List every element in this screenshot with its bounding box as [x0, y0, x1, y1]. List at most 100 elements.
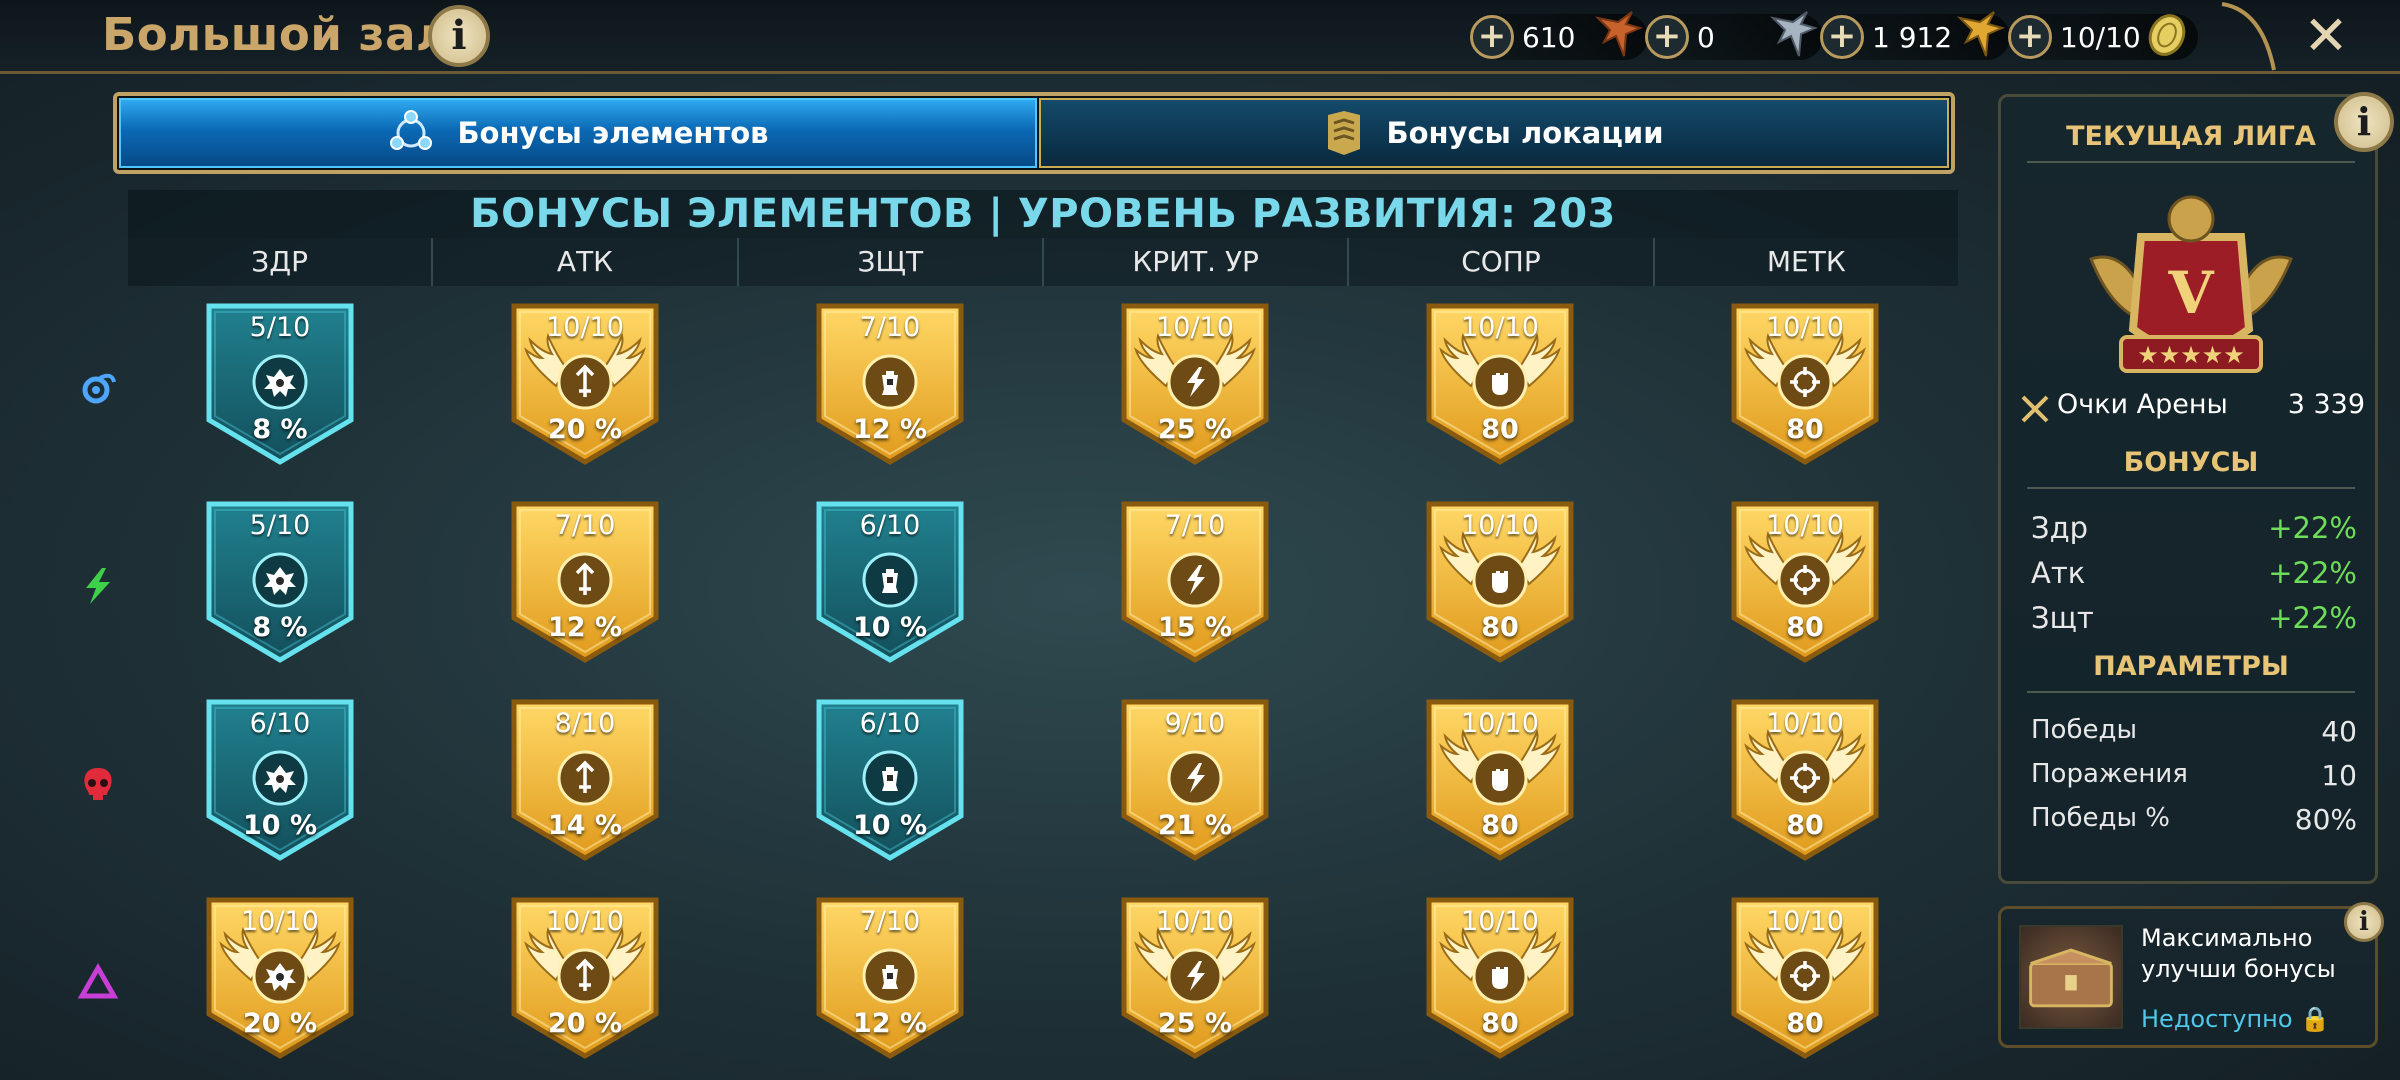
- badge-value: 21 %: [1157, 810, 1233, 841]
- badge-level: 6/10: [249, 708, 311, 739]
- bonus-badge[interactable]: 7/10 12 %: [815, 896, 965, 1060]
- crossed-swords-icon: [2021, 395, 2049, 423]
- bonus-badge[interactable]: 9/10 21 %: [1120, 698, 1270, 862]
- league-info-icon[interactable]: i: [2334, 92, 2394, 152]
- badge-level: 10/10: [1461, 312, 1539, 343]
- badge-level: 5/10: [249, 510, 311, 541]
- tab-bar: Бонусы элементов Бонусы локации: [113, 92, 1955, 174]
- league-title: ТЕКУЩАЯ ЛИГА: [2066, 121, 2316, 152]
- badge-level: 10/10: [1766, 708, 1844, 739]
- bonus-badge[interactable]: 10/10 80: [1425, 302, 1575, 466]
- bonus-badge[interactable]: 8/10 14 %: [510, 698, 660, 862]
- column-header: КРИТ. УР: [1044, 238, 1350, 286]
- resistance-icon: [1492, 769, 1508, 791]
- league-bonus-row: Зщт +22%: [2031, 601, 2357, 635]
- close-button[interactable]: ✕: [2296, 8, 2356, 64]
- arena-points-value: 3 339: [2287, 389, 2365, 420]
- add-silver-button[interactable]: +: [1645, 15, 1689, 59]
- badge-level: 6/10: [859, 510, 921, 541]
- bonus-badge[interactable]: 10/10 25 %: [1120, 302, 1270, 466]
- spirit-affinity-icon: [84, 768, 112, 800]
- treasure-book-icon: [2019, 925, 2123, 1029]
- force-affinity-icon: [86, 568, 110, 604]
- badge-level: 10/10: [1766, 312, 1844, 343]
- arena-points-row: Очки Арены 3 339: [2019, 389, 2365, 429]
- column-headers: ЗДР АТК ЗЩТ КРИТ. УР СОПР МЕТК: [128, 238, 1958, 286]
- bonus-badge[interactable]: 10/10 80: [1425, 896, 1575, 1060]
- params-title: ПАРАМЕТРЫ: [2093, 651, 2289, 682]
- bonus-badge[interactable]: 10/10 20 %: [510, 302, 660, 466]
- resource-value: 0: [1697, 21, 1715, 54]
- badge-value: 10 %: [242, 810, 318, 841]
- badge-level: 5/10: [249, 312, 311, 343]
- arena-points-label: Очки Арены: [2057, 389, 2228, 420]
- resource-silver-medals: + 0: [1645, 11, 1823, 60]
- tab-location-bonuses[interactable]: Бонусы локации: [1039, 98, 1949, 168]
- badge-value: 8 %: [252, 414, 308, 445]
- bonus-badge[interactable]: 6/10 10 %: [205, 698, 355, 862]
- info-icon[interactable]: i: [428, 5, 490, 67]
- svg-text:★★★★★: ★★★★★: [2137, 341, 2245, 369]
- bonus-badge[interactable]: 10/10 20 %: [205, 896, 355, 1060]
- bonus-badge[interactable]: 10/10 80: [1425, 500, 1575, 664]
- bonus-label: Атк: [2031, 556, 2086, 590]
- tab-element-bonuses[interactable]: Бонусы элементов: [119, 98, 1037, 168]
- badge-value: 10 %: [852, 612, 928, 643]
- badge-level: 7/10: [859, 906, 921, 937]
- resource-arena-tokens: + 10/10: [2008, 14, 2198, 60]
- badge-level: 10/10: [1461, 510, 1539, 541]
- param-value: 80%: [2294, 803, 2357, 836]
- bonus-badge[interactable]: 6/10 10 %: [815, 698, 965, 862]
- badge-value: 25 %: [1157, 414, 1233, 445]
- resource-value: 10/10: [2060, 21, 2141, 54]
- badge-value: 80: [1786, 810, 1824, 841]
- param-value: 40: [2321, 715, 2357, 748]
- badge-value: 20 %: [547, 1008, 623, 1039]
- badge-value: 80: [1481, 1008, 1519, 1039]
- divider: [2027, 487, 2355, 489]
- badge-level: 10/10: [1461, 708, 1539, 739]
- param-label: Победы: [2031, 715, 2137, 745]
- corner-ornament-icon: [2221, 2, 2276, 71]
- silver-medal-icon: [1769, 11, 1818, 57]
- bonus-badge[interactable]: 10/10 80: [1730, 500, 1880, 664]
- badge-value: 80: [1481, 414, 1519, 445]
- upgrade-info-icon[interactable]: i: [2344, 902, 2384, 942]
- bonus-badge[interactable]: 10/10 80: [1730, 896, 1880, 1060]
- bonus-badge[interactable]: 5/10 8 %: [205, 500, 355, 664]
- badge-level: 10/10: [1461, 906, 1539, 937]
- page-title: Большой зал: [102, 8, 450, 61]
- bonus-badge[interactable]: 7/10 15 %: [1120, 500, 1270, 664]
- bonus-label: Здр: [2031, 511, 2089, 545]
- add-bronze-button[interactable]: +: [1470, 15, 1514, 59]
- param-row: Поражения 10: [2031, 759, 2357, 792]
- bonus-badge[interactable]: 10/10 80: [1425, 698, 1575, 862]
- param-label: Поражения: [2031, 759, 2188, 789]
- bonus-badge[interactable]: 10/10 25 %: [1120, 896, 1270, 1060]
- bonus-badge[interactable]: 10/10 80: [1730, 698, 1880, 862]
- badge-level: 7/10: [1164, 510, 1226, 541]
- badge-value: 25 %: [1157, 1008, 1233, 1039]
- bonus-badge[interactable]: 7/10 12 %: [510, 500, 660, 664]
- badge-level: 10/10: [241, 906, 319, 937]
- top-bar: Большой зал i + 610 + 0 + 1 912 + 10/10 …: [0, 0, 2400, 74]
- bonus-badge[interactable]: 6/10 10 %: [815, 500, 965, 664]
- bonus-badge[interactable]: 7/10 12 %: [815, 302, 965, 466]
- bonus-value: +22%: [2268, 511, 2357, 545]
- bonus-badge[interactable]: 10/10 20 %: [510, 896, 660, 1060]
- divider: [2027, 161, 2355, 163]
- max-upgrade-card[interactable]: Максимально улучши бонусы Недоступно 🔒: [1998, 906, 2378, 1048]
- badge-level: 8/10: [554, 708, 616, 739]
- bonus-badge[interactable]: 5/10 8 %: [205, 302, 355, 466]
- param-value: 10: [2321, 759, 2357, 792]
- resource-value: 610: [1522, 21, 1576, 54]
- tab-label: Бонусы элементов: [457, 116, 769, 150]
- tab-label: Бонусы локации: [1386, 116, 1664, 150]
- gold-medal-icon: [1956, 11, 2005, 57]
- badge-level: 10/10: [546, 906, 624, 937]
- add-tokens-button[interactable]: +: [2008, 15, 2052, 59]
- add-gold-button[interactable]: +: [1820, 15, 1864, 59]
- table-heading: БОНУСЫ ЭЛЕМЕНТОВ | УРОВЕНЬ РАЗВИТИЯ: 203: [128, 190, 1958, 238]
- column-header: ЗДР: [128, 238, 434, 286]
- bonus-badge[interactable]: 10/10 80: [1730, 302, 1880, 466]
